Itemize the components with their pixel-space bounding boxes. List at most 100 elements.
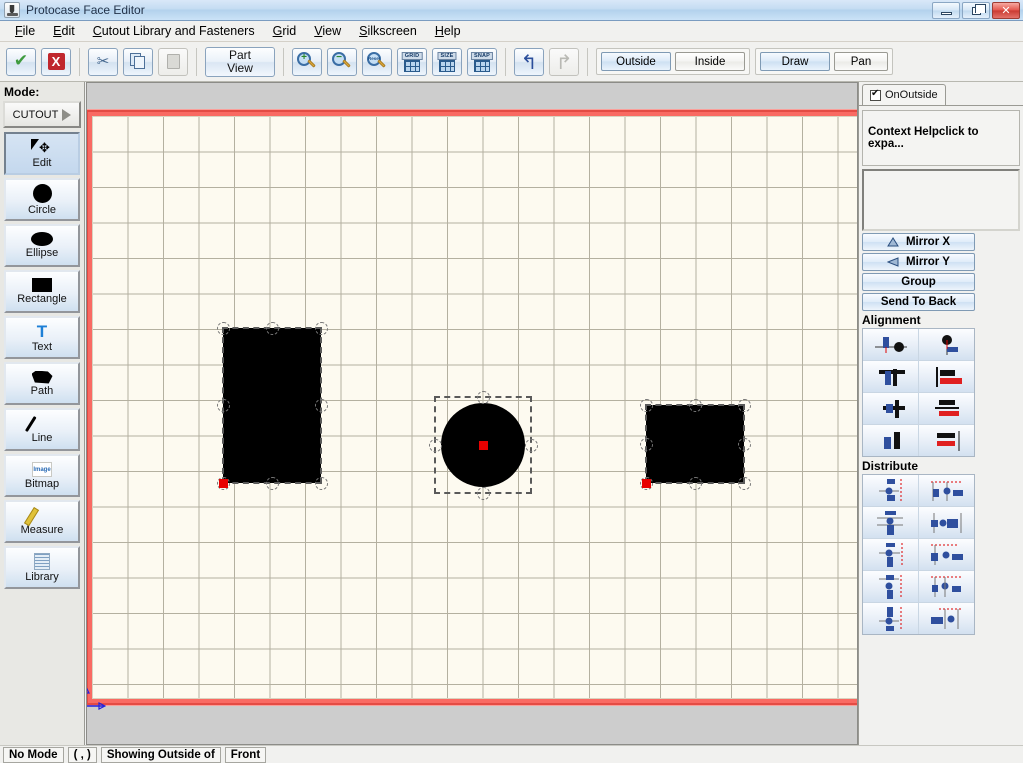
mirror-y-button[interactable]: Mirror Y (862, 253, 975, 271)
context-help-box[interactable]: Context Helpclick to expa... (862, 110, 1020, 166)
redo-arrow-icon: ↱ (555, 49, 573, 74)
resize-handle[interactable] (639, 398, 653, 412)
sidebar-item-library[interactable]: Library (4, 546, 80, 589)
distribute-horizontal-spacing-button[interactable] (919, 603, 974, 634)
rectangle-shape-2-selection (645, 404, 745, 484)
paste-button[interactable] (158, 47, 188, 76)
align-middle-vertical-button[interactable] (919, 361, 974, 392)
menu-cutout-rest: utout Library and Fasteners (101, 24, 255, 38)
line-icon (32, 415, 52, 431)
tab-onoutside[interactable]: OnOutside (862, 84, 946, 105)
accept-button[interactable]: ✔ (6, 47, 36, 76)
zoom-out-button[interactable]: − (327, 47, 357, 76)
resize-handle[interactable] (737, 476, 751, 490)
copy-button[interactable] (123, 47, 153, 76)
align-center-vertical-button[interactable] (863, 393, 918, 424)
resize-handle[interactable] (216, 398, 230, 412)
minimize-button[interactable] (932, 2, 960, 19)
distribute-right-edges-button[interactable] (919, 539, 974, 570)
library-list-icon (34, 552, 50, 570)
restore-button[interactable] (962, 2, 990, 19)
path-polygon-icon (31, 370, 53, 384)
cancel-button[interactable]: X (41, 47, 71, 76)
distribute-vertical-centers-button[interactable] (863, 507, 918, 538)
part-view-button[interactable]: Part View (205, 46, 275, 77)
drawing-canvas[interactable] (86, 82, 858, 745)
sidebar-item-path[interactable]: Path (4, 362, 80, 405)
resize-handle[interactable] (314, 321, 328, 335)
distribute-bottom-edges-button[interactable] (863, 539, 918, 570)
distribute-bottom-icon (878, 542, 902, 567)
resize-handle[interactable] (314, 476, 328, 490)
send-to-back-button[interactable]: Send To Back (862, 293, 975, 311)
group-button[interactable]: Group (862, 273, 975, 291)
onoutside-checkbox[interactable] (870, 88, 881, 101)
mirror-x-button[interactable]: Mirror X (862, 233, 975, 251)
align-top-button[interactable] (919, 329, 974, 360)
sidebar-item-rectangle[interactable]: Rectangle (4, 270, 80, 313)
undo-button[interactable]: ↰ (514, 47, 544, 76)
distribute-horizontal-gaps-button[interactable] (919, 571, 974, 602)
distribute-vertical-spacing-button[interactable] (863, 603, 918, 634)
menu-view[interactable]: View (305, 22, 350, 40)
face-sheet[interactable] (87, 110, 857, 710)
resize-handle[interactable] (737, 398, 751, 412)
resize-handle[interactable] (265, 476, 279, 490)
toolbar-separator-2 (196, 47, 197, 76)
window-controls: ✕ (932, 2, 1020, 19)
distribute-horizontal-centers-button[interactable] (919, 507, 974, 538)
sidebar-item-edit[interactable]: ✥ Edit (4, 132, 80, 175)
send-to-back-label: Send To Back (880, 296, 957, 308)
resize-handle[interactable] (476, 390, 490, 404)
resize-handle[interactable] (688, 476, 702, 490)
menu-help[interactable]: Help (426, 22, 470, 40)
resize-handle[interactable] (639, 437, 653, 451)
resize-handle[interactable] (737, 437, 751, 451)
redo-button[interactable]: ↱ (549, 47, 579, 76)
draw-button[interactable]: Draw (760, 52, 830, 71)
menu-edit[interactable]: Edit (44, 22, 84, 40)
inside-button[interactable]: Inside (675, 52, 745, 71)
sidebar-item-bitmap[interactable]: Image Bitmap (4, 454, 80, 497)
menu-bar: File Edit Cutout Library and Fasteners G… (0, 21, 1023, 42)
zoom-reset-button[interactable]: Reset (362, 47, 392, 76)
align-left-button[interactable] (863, 329, 918, 360)
align-center-horizontal-button[interactable] (863, 361, 918, 392)
pan-button[interactable]: Pan (834, 52, 888, 71)
sidebar-item-measure[interactable]: Measure (4, 500, 80, 543)
sidebar-item-text[interactable]: T Text (4, 316, 80, 359)
anchor-point[interactable] (478, 440, 488, 450)
menu-grid[interactable]: Grid (264, 22, 306, 40)
align-middle-horizontal-button[interactable] (919, 393, 974, 424)
resize-handle[interactable] (428, 438, 442, 452)
close-button[interactable]: ✕ (992, 2, 1020, 19)
align-right-button[interactable] (863, 425, 918, 456)
sidebar-item-line[interactable]: Line (4, 408, 80, 451)
cut-button[interactable]: ✂ (88, 47, 118, 76)
sidebar-item-path-label: Path (30, 384, 54, 397)
outside-button[interactable]: Outside (601, 52, 671, 71)
anchor-point[interactable] (641, 478, 651, 488)
anchor-point[interactable] (218, 478, 228, 488)
axis-origin-icon (87, 686, 106, 712)
distribute-top-edges-button[interactable] (863, 475, 918, 506)
menu-file[interactable]: File (6, 22, 44, 40)
resize-handle[interactable] (314, 398, 328, 412)
resize-handle[interactable] (476, 486, 490, 500)
menu-cutout-library[interactable]: Cutout Library and Fasteners (84, 22, 264, 40)
snap-toggle-button[interactable]: SNAP (467, 47, 497, 76)
zoom-in-button[interactable]: + (292, 47, 322, 76)
menu-silkscreen[interactable]: Silkscreen (350, 22, 426, 40)
resize-handle[interactable] (524, 438, 538, 452)
distribute-left-edges-button[interactable] (919, 475, 974, 506)
sidebar-item-ellipse[interactable]: Ellipse (4, 224, 80, 267)
align-bottom-button[interactable] (919, 425, 974, 456)
size-toggle-button[interactable]: SIZE (432, 47, 462, 76)
resize-handle[interactable] (265, 321, 279, 335)
sidebar-item-circle[interactable]: Circle (4, 178, 80, 221)
grid-toggle-button[interactable]: GRID (397, 47, 427, 76)
distribute-vertical-gaps-button[interactable] (863, 571, 918, 602)
resize-handle[interactable] (216, 321, 230, 335)
cutout-mode-button[interactable]: CUTOUT (3, 101, 81, 128)
resize-handle[interactable] (688, 398, 702, 412)
